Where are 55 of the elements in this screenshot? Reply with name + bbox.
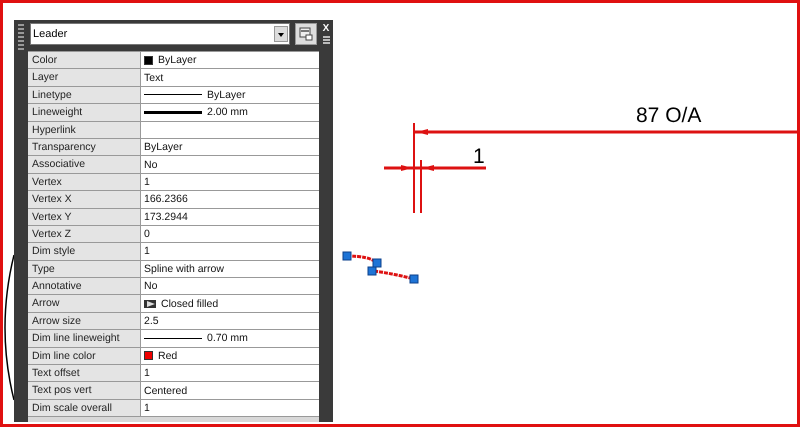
window-icon xyxy=(299,27,313,41)
property-label: Linetype xyxy=(28,86,141,104)
property-value[interactable]: ByLayer xyxy=(141,86,319,104)
property-label: Layer xyxy=(28,69,141,86)
property-value[interactable]: No xyxy=(141,156,319,173)
caret-icon xyxy=(274,26,288,42)
property-label: Color xyxy=(28,52,141,68)
property-label: Vertex X xyxy=(28,191,141,208)
line-sample-icon xyxy=(144,110,202,114)
property-value[interactable] xyxy=(141,122,319,138)
property-value[interactable]: 166.2366 xyxy=(141,191,319,208)
property-label: Arrow xyxy=(28,295,141,312)
dimension-text: 1 xyxy=(473,145,485,168)
property-label: Dim style xyxy=(28,243,141,260)
property-value[interactable]: 1 xyxy=(141,243,319,260)
property-label: Associative xyxy=(28,156,141,173)
property-value[interactable]: Centered xyxy=(141,382,319,399)
property-label: Hyperlink xyxy=(28,122,141,138)
property-value[interactable]: 0 xyxy=(141,226,319,242)
line-sample-icon xyxy=(144,94,202,96)
object-type-dropdown[interactable]: Leader xyxy=(30,23,290,45)
grip-handle[interactable] xyxy=(18,24,24,50)
property-value[interactable]: 0.70 mm xyxy=(141,330,319,347)
close-button[interactable]: X xyxy=(322,24,330,34)
property-label: Text pos vert xyxy=(28,382,141,399)
property-label: Arrow size xyxy=(28,312,141,330)
menu-icon[interactable] xyxy=(322,36,330,44)
property-label: Transparency xyxy=(28,138,141,156)
line-sample-icon xyxy=(144,338,202,339)
dimension-text: 87 O/A xyxy=(636,104,702,127)
property-label: Type xyxy=(28,260,141,278)
property-label: Dim line color xyxy=(28,348,141,364)
property-value[interactable]: Red xyxy=(141,348,319,364)
property-value[interactable]: 1 xyxy=(141,174,319,190)
property-label: Vertex Y xyxy=(28,208,141,225)
property-label: Text offset xyxy=(28,365,141,382)
property-value[interactable]: 2.00 mm xyxy=(141,104,319,121)
property-value[interactable]: 1 xyxy=(141,365,319,382)
quick-select-button[interactable] xyxy=(295,23,317,45)
arrowhead-icon xyxy=(144,298,156,309)
property-label: Annotative xyxy=(28,278,141,294)
property-label: Dim line lineweight xyxy=(28,330,141,347)
property-value[interactable]: ByLayer xyxy=(141,52,319,68)
property-value[interactable]: Closed filled xyxy=(141,295,319,312)
property-value[interactable]: 1 xyxy=(141,400,319,416)
property-value[interactable]: 173.2944 xyxy=(141,208,319,225)
property-label: Vertex xyxy=(28,174,141,190)
property-value[interactable]: Text xyxy=(141,69,319,86)
property-value[interactable]: Spline with arrow xyxy=(141,260,319,278)
property-value[interactable]: ByLayer xyxy=(141,138,319,156)
property-value[interactable]: 2.5 xyxy=(141,312,319,330)
property-label: Dim scale overall xyxy=(28,400,141,416)
property-value[interactable]: No xyxy=(141,278,319,294)
property-label: Lineweight xyxy=(28,104,141,121)
property-label: Vertex Z xyxy=(28,226,141,242)
